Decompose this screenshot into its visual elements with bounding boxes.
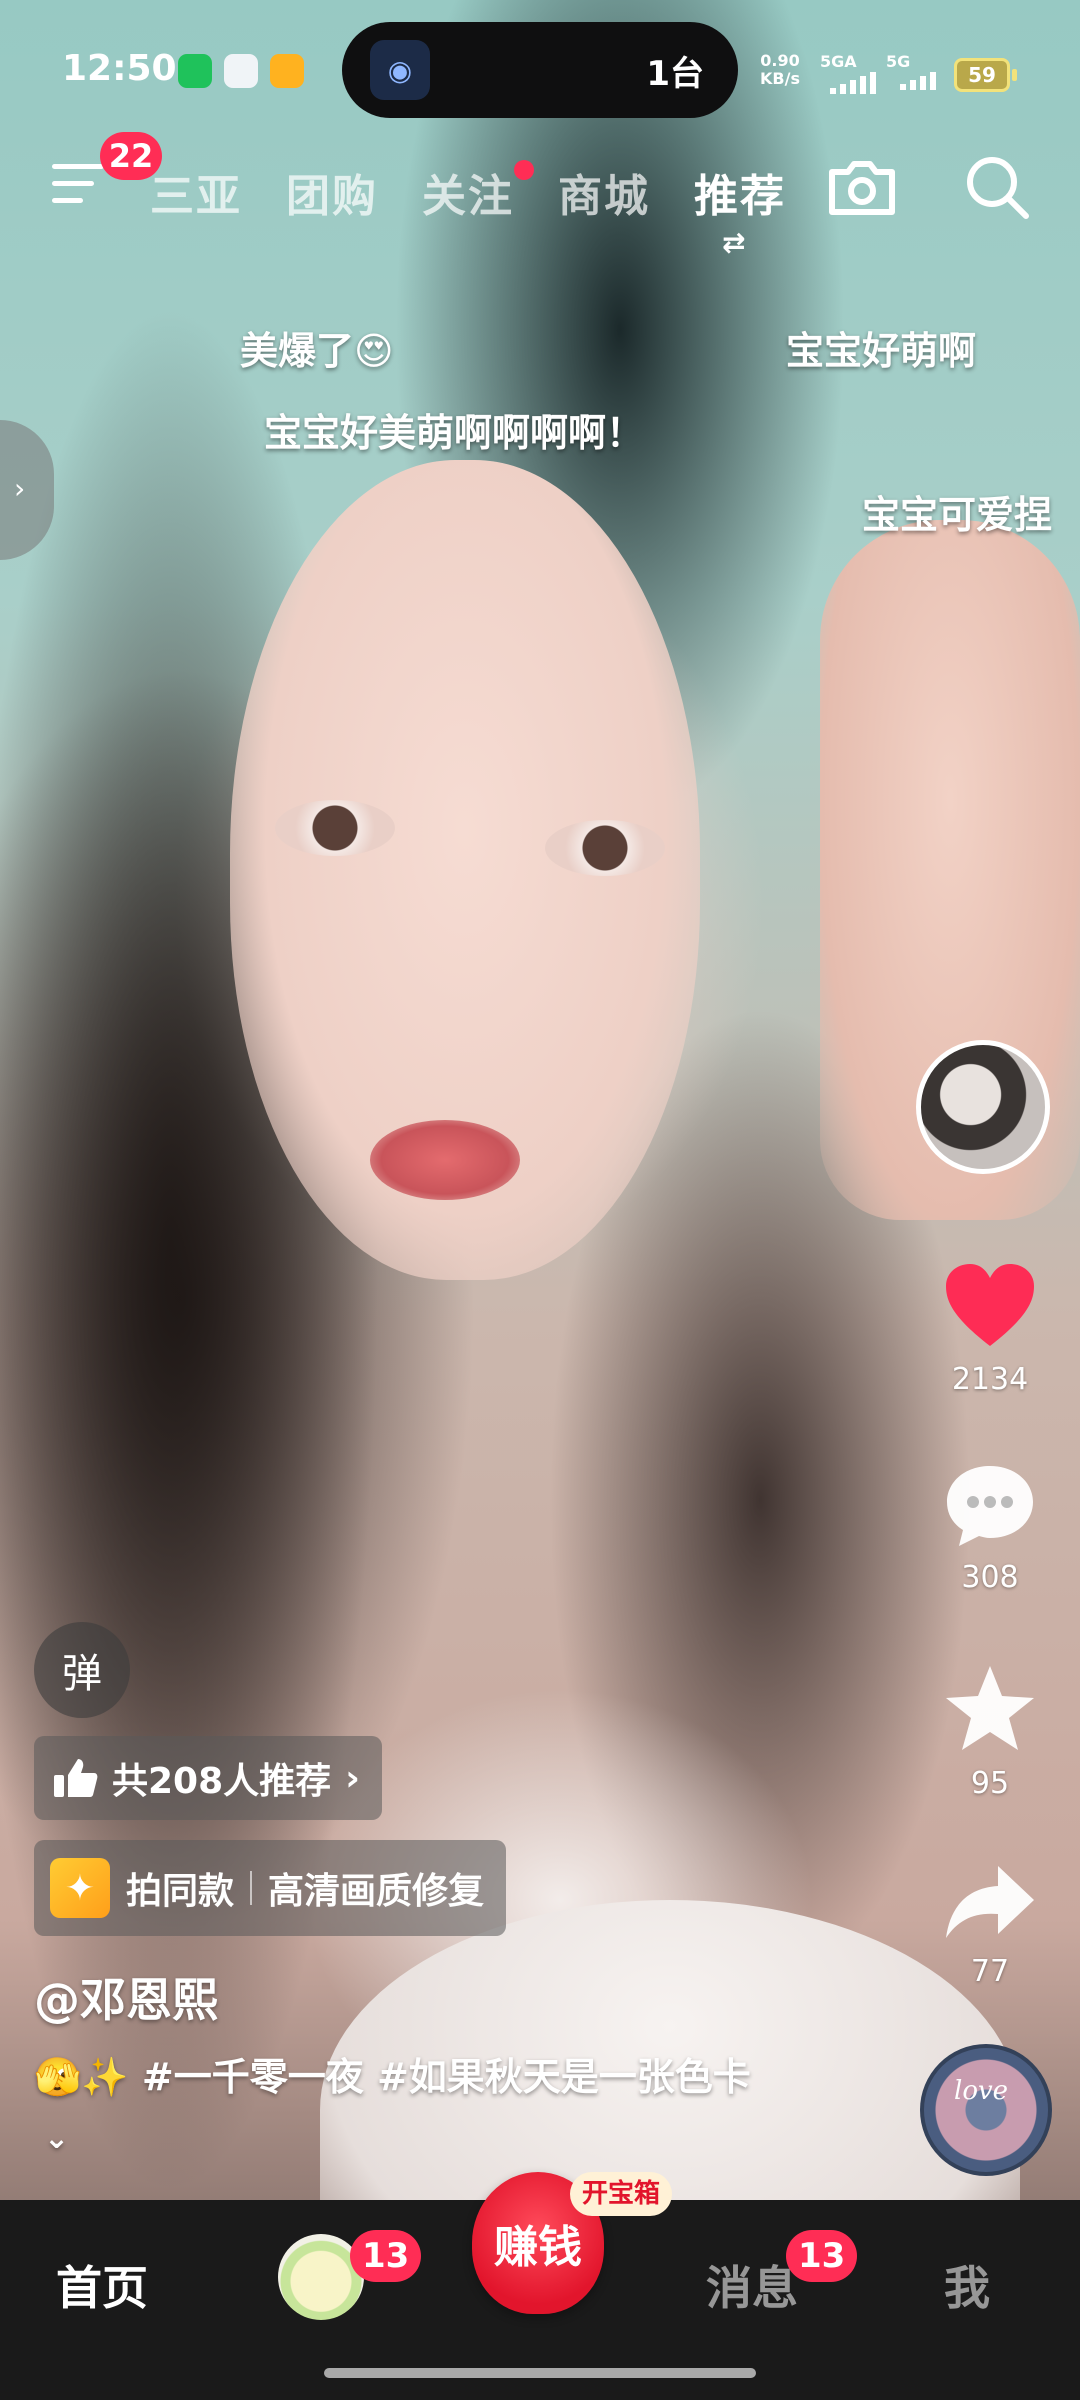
sim1-signal-icon: [830, 72, 876, 94]
like-count: 2134: [951, 1362, 1029, 1397]
sim2-signal-icon: [900, 72, 936, 90]
music-disc[interactable]: love: [920, 2044, 1052, 2176]
net-speed-value: 0.90: [760, 51, 800, 70]
same-style-button[interactable]: 拍同款: [126, 1862, 234, 1914]
comment-icon: [947, 1466, 1033, 1546]
description-text: #一千零一夜 #如果秋天是一张色卡: [141, 2055, 751, 2099]
share-arrow-icon: [946, 1866, 1034, 1938]
danmaku-item: 宝宝好萌啊: [786, 329, 977, 373]
chevron-right-icon: ›: [14, 472, 26, 505]
danmaku-item: 美爆了😍: [240, 329, 394, 373]
danmaku-toggle-label: 弹: [62, 1651, 102, 1697]
thumbs-up-icon: [54, 1759, 98, 1797]
net-speed-unit: KB/s: [760, 69, 800, 88]
earn-label: 赚钱: [494, 2222, 582, 2273]
china-mobile-icon: [224, 54, 258, 88]
nav-me[interactable]: 我: [944, 2252, 990, 2318]
author-avatar[interactable]: [916, 1040, 1050, 1174]
video-description[interactable]: 🫣✨ #一千零一夜 #如果秋天是一张色卡 ⌄: [34, 2048, 794, 2168]
divider: [250, 1871, 253, 1905]
top-nav: 22 三亚 团购 关注 商城 推荐 ⇄: [0, 132, 1080, 260]
home-indicator[interactable]: [324, 2368, 756, 2378]
tab-group-buy[interactable]: 团购: [286, 160, 378, 224]
status-app-icons: [178, 54, 304, 88]
share-button[interactable]: 77: [915, 1862, 1065, 1989]
net-speed: 0.90 KB/s: [760, 52, 800, 88]
dynamic-island[interactable]: ◉ 1台: [342, 22, 738, 118]
danmaku-item: 宝宝可爱捏: [862, 493, 1053, 537]
video-eye-left: [275, 800, 395, 856]
messages-badge: 13: [786, 2230, 858, 2282]
island-device-count: 1台: [646, 54, 704, 94]
tab-following[interactable]: 关注: [422, 160, 534, 224]
bottom-nav: 首页 13 赚钱 开宝箱 消息 13 我: [0, 2172, 1080, 2400]
friends-badge: 13: [350, 2230, 422, 2282]
recommend-pill[interactable]: 共208人推荐 ›: [34, 1736, 382, 1820]
sim1-label: 5GA: [820, 52, 857, 71]
status-bar: 12:50 ◉ 1台 0.90 KB/s 5GA 5G 59: [0, 0, 1080, 140]
share-count: 77: [970, 1954, 1010, 1989]
status-time: 12:50: [62, 48, 177, 89]
danmaku-item: 宝宝好美萌啊啊啊啊！: [264, 411, 645, 455]
video-eye-right: [545, 820, 665, 876]
search-icon[interactable]: [962, 152, 1032, 222]
treasure-box-tag[interactable]: 开宝箱: [570, 2172, 673, 2216]
nav-messages[interactable]: 消息: [706, 2252, 798, 2318]
comment-count: 308: [961, 1560, 1019, 1595]
following-dot: [514, 160, 534, 180]
battery-icon: 59: [954, 58, 1017, 92]
author-name[interactable]: @邓恩熙: [34, 1964, 218, 2030]
nav-home[interactable]: 首页: [56, 2252, 148, 2318]
tab-recommend-label: 推荐: [694, 171, 786, 222]
music-disc-label: love: [954, 2076, 1009, 2106]
expand-chevron-icon[interactable]: ⌄: [44, 2121, 69, 2156]
camera-icon[interactable]: [826, 158, 898, 218]
tab-sanya[interactable]: 三亚: [150, 160, 242, 224]
favorite-count: 95: [970, 1766, 1010, 1801]
danmaku-toggle-button[interactable]: 弹: [34, 1622, 130, 1718]
weibo-icon: [270, 54, 304, 88]
hd-fix-button[interactable]: 高清画质修复: [268, 1862, 484, 1914]
favorite-button[interactable]: 95: [915, 1662, 1065, 1801]
nfc-icon: ◉: [370, 40, 430, 100]
star-icon: [946, 1666, 1034, 1750]
wechat-icon: [178, 54, 212, 88]
sim2-label: 5G: [886, 52, 911, 71]
swap-icon: ⇄: [722, 226, 748, 259]
tab-recommend[interactable]: 推荐 ⇄: [694, 160, 786, 259]
tab-mall[interactable]: 商城: [558, 160, 650, 224]
description-emoji: 🫣✨: [34, 2055, 129, 2099]
top-tabs: 三亚 团购 关注 商城 推荐 ⇄: [150, 160, 786, 259]
sparkle-icon: ✦: [50, 1858, 110, 1918]
same-style-bar[interactable]: ✦ 拍同款 高清画质修复: [34, 1840, 507, 1936]
heart-icon: [946, 1264, 1034, 1346]
video-lips: [370, 1120, 520, 1200]
chevron-right-icon: ›: [345, 1757, 360, 1799]
menu-icon[interactable]: [52, 164, 104, 212]
like-button[interactable]: 2134: [915, 1262, 1065, 1397]
recommend-text: 共208人推荐: [112, 1761, 332, 1802]
tab-following-label: 关注: [422, 171, 514, 222]
comment-button[interactable]: 308: [915, 1462, 1065, 1595]
